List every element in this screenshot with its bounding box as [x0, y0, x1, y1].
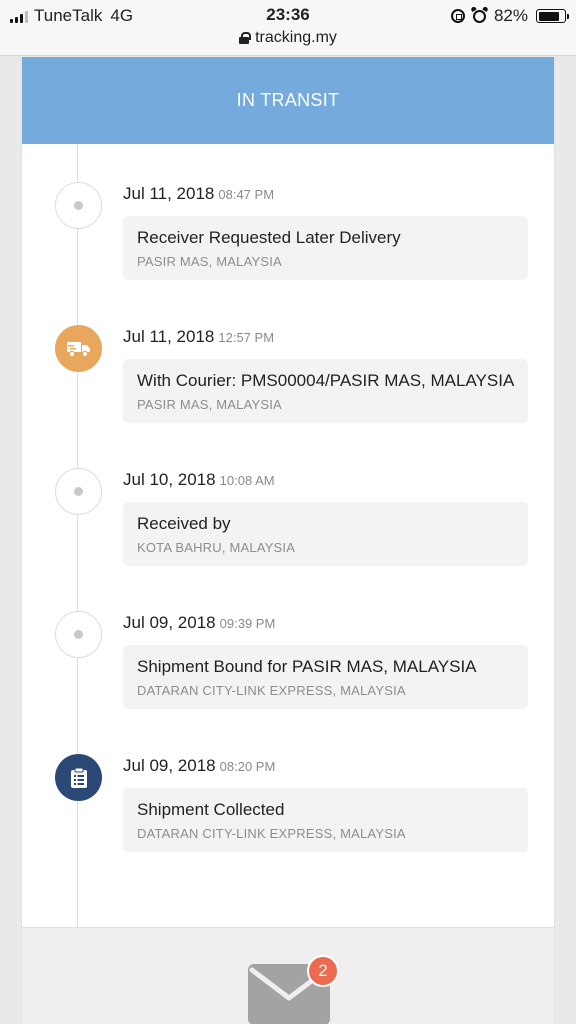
status-bar-right: 82% [450, 6, 569, 26]
event-datetime: Jul 11, 2018 08:47 PM [123, 184, 274, 204]
clipboard-icon [55, 754, 102, 801]
event-date: Jul 09, 2018 [123, 756, 216, 775]
footer: 2 [21, 927, 555, 1024]
shipment-status: IN TRANSIT [236, 90, 340, 110]
event-time: 08:20 PM [219, 759, 276, 774]
event-location: PASIR MAS, MALAYSIA [137, 397, 282, 412]
timeline-event: Jul 11, 2018 08:47 PM Receiver Requested … [22, 144, 556, 280]
event-location: DATARAN CITY-LINK EXPRESS, MALAYSIA [137, 683, 406, 698]
timeline-event: Jul 09, 2018 09:39 PM Shipment Bound for … [22, 573, 556, 709]
status-banner: IN TRANSIT [22, 57, 554, 144]
lock-icon [239, 32, 252, 44]
event-datetime: Jul 09, 2018 09:39 PM [123, 613, 275, 633]
tracking-card: IN TRANSIT Jul 11, 2018 08:47 PM Receiver… [21, 57, 555, 927]
event-date: Jul 09, 2018 [123, 613, 216, 632]
event-title: Shipment Collected [137, 800, 285, 819]
event-date: Jul 11, 2018 [123, 184, 215, 203]
timeline-event: Jul 09, 2018 08:20 PM Shipment Collected … [22, 716, 556, 852]
event-detail: Receiver Requested Later Delivery PASIR … [123, 216, 528, 280]
event-datetime: Jul 10, 2018 10:08 AM [123, 470, 275, 490]
battery-icon [536, 9, 569, 23]
event-detail: Shipment Bound for PASIR MAS, MALAYSIA D… [123, 645, 528, 709]
timeline-event: Jul 10, 2018 10:08 AM Received by KOTA BA… [22, 430, 556, 566]
dot-icon [55, 611, 102, 658]
event-time: 08:47 PM [218, 187, 275, 202]
battery-percent: 82% [493, 6, 528, 25]
event-title: Received by [137, 514, 231, 533]
event-time: 10:08 AM [219, 473, 275, 488]
event-time: 09:39 PM [219, 616, 276, 631]
event-date: Jul 11, 2018 [123, 327, 215, 346]
url-text: tracking.my [255, 29, 337, 46]
event-detail: With Courier: PMS00004/PASIR MAS, MALAYS… [123, 359, 528, 423]
event-title: With Courier: PMS00004/PASIR MAS, MALAYS… [137, 371, 515, 390]
status-bar: TuneTalk 4G 23:36 tracking.my 82% [0, 0, 576, 56]
address-bar[interactable]: tracking.my [0, 29, 576, 47]
event-title: Receiver Requested Later Delivery [137, 228, 401, 247]
event-location: KOTA BAHRU, MALAYSIA [137, 540, 296, 555]
timeline-event: Jul 11, 2018 12:57 PM With Courier: PMS00… [22, 287, 556, 423]
event-detail: Shipment Collected DATARAN CITY-LINK EXP… [123, 788, 528, 852]
event-datetime: Jul 09, 2018 08:20 PM [123, 756, 275, 776]
dot-icon [55, 468, 102, 515]
event-location: DATARAN CITY-LINK EXPRESS, MALAYSIA [137, 826, 406, 841]
event-detail: Received by KOTA BAHRU, MALAYSIA [123, 502, 528, 566]
rotation-lock-icon [450, 9, 465, 23]
dot-icon [55, 182, 102, 229]
event-datetime: Jul 11, 2018 12:57 PM [123, 327, 274, 347]
event-time: 12:57 PM [218, 330, 275, 345]
alarm-clock-icon [472, 9, 486, 23]
event-date: Jul 10, 2018 [123, 470, 216, 489]
delivery-truck-icon [55, 325, 102, 372]
event-location: PASIR MAS, MALAYSIA [137, 254, 282, 269]
notification-badge: 2 [307, 955, 339, 987]
event-title: Shipment Bound for PASIR MAS, MALAYSIA [137, 657, 477, 676]
